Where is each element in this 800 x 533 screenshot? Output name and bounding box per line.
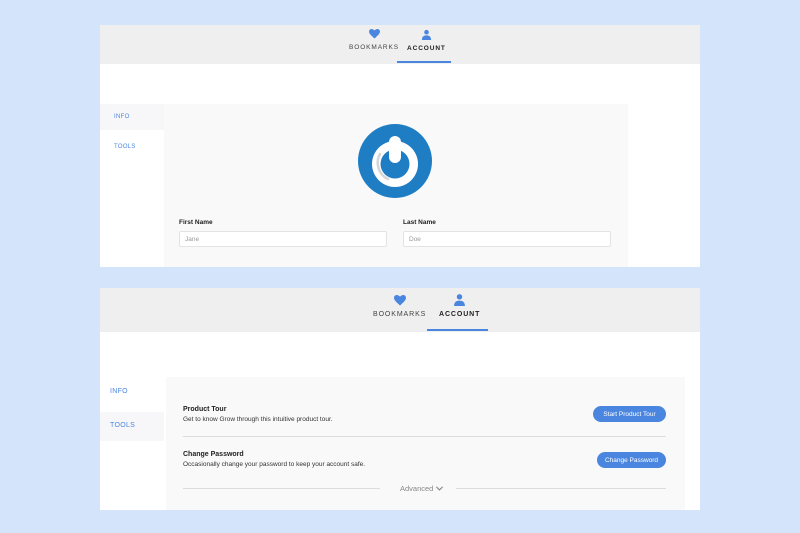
sidebar-item-info[interactable]: INFO [100, 104, 164, 130]
active-tab-indicator [427, 329, 488, 331]
tab-bookmarks-label: BOOKMARKS [349, 44, 399, 51]
sidebar-item-tools[interactable]: TOOLS [100, 130, 164, 160]
tab-bookmarks[interactable]: BOOKMARKS [349, 29, 399, 51]
first-name-input[interactable] [179, 231, 387, 247]
app-logo-icon [358, 124, 432, 198]
product-tour-title: Product Tour [183, 406, 227, 413]
last-name-label: Last Name [403, 219, 436, 226]
user-icon [454, 294, 466, 306]
sidebar: INFO TOOLS [100, 377, 164, 510]
tab-bookmarks[interactable]: BOOKMARKS [373, 295, 426, 318]
change-password-button[interactable]: Change Password [597, 452, 666, 468]
active-tab-indicator [397, 61, 451, 63]
change-password-description: Occasionally change your password to kee… [183, 461, 366, 468]
tab-bookmarks-label: BOOKMARKS [373, 311, 427, 318]
change-password-title: Change Password [183, 451, 244, 458]
sidebar: INFO TOOLS [100, 104, 164, 267]
chevron-down-icon [436, 486, 444, 491]
start-product-tour-button[interactable]: Start Product Tour [593, 406, 666, 422]
tab-bar: BOOKMARKS ACCOUNT [100, 25, 700, 64]
account-tools-panel: BOOKMARKS ACCOUNT INFO TOOLS Product Tou… [100, 288, 700, 510]
product-tour-description: Get to know Grow through this intuitive … [183, 416, 333, 423]
heart-icon [368, 29, 380, 39]
tab-account[interactable]: ACCOUNT [439, 293, 480, 318]
section-divider [183, 436, 666, 437]
heart-icon [393, 295, 406, 306]
advanced-toggle[interactable]: Advanced [400, 484, 444, 493]
advanced-label: Advanced [400, 484, 434, 493]
advanced-divider-right [456, 488, 666, 489]
account-info-panel: BOOKMARKS ACCOUNT INFO TOOLS First Name … [100, 25, 700, 267]
sidebar-item-info[interactable]: INFO [100, 377, 164, 412]
tab-account-label: ACCOUNT [407, 45, 446, 52]
last-name-input[interactable] [403, 231, 611, 247]
info-content: First Name Last Name [164, 104, 628, 267]
first-name-label: First Name [179, 219, 213, 226]
tools-content: Product Tour Get to know Grow through th… [166, 377, 685, 510]
tab-account-label: ACCOUNT [439, 311, 481, 318]
sidebar-item-tools[interactable]: TOOLS [100, 412, 164, 441]
tab-bar: BOOKMARKS ACCOUNT [100, 288, 700, 332]
tab-account[interactable]: ACCOUNT [407, 29, 446, 52]
advanced-divider-left [183, 488, 380, 489]
user-icon [421, 29, 431, 40]
